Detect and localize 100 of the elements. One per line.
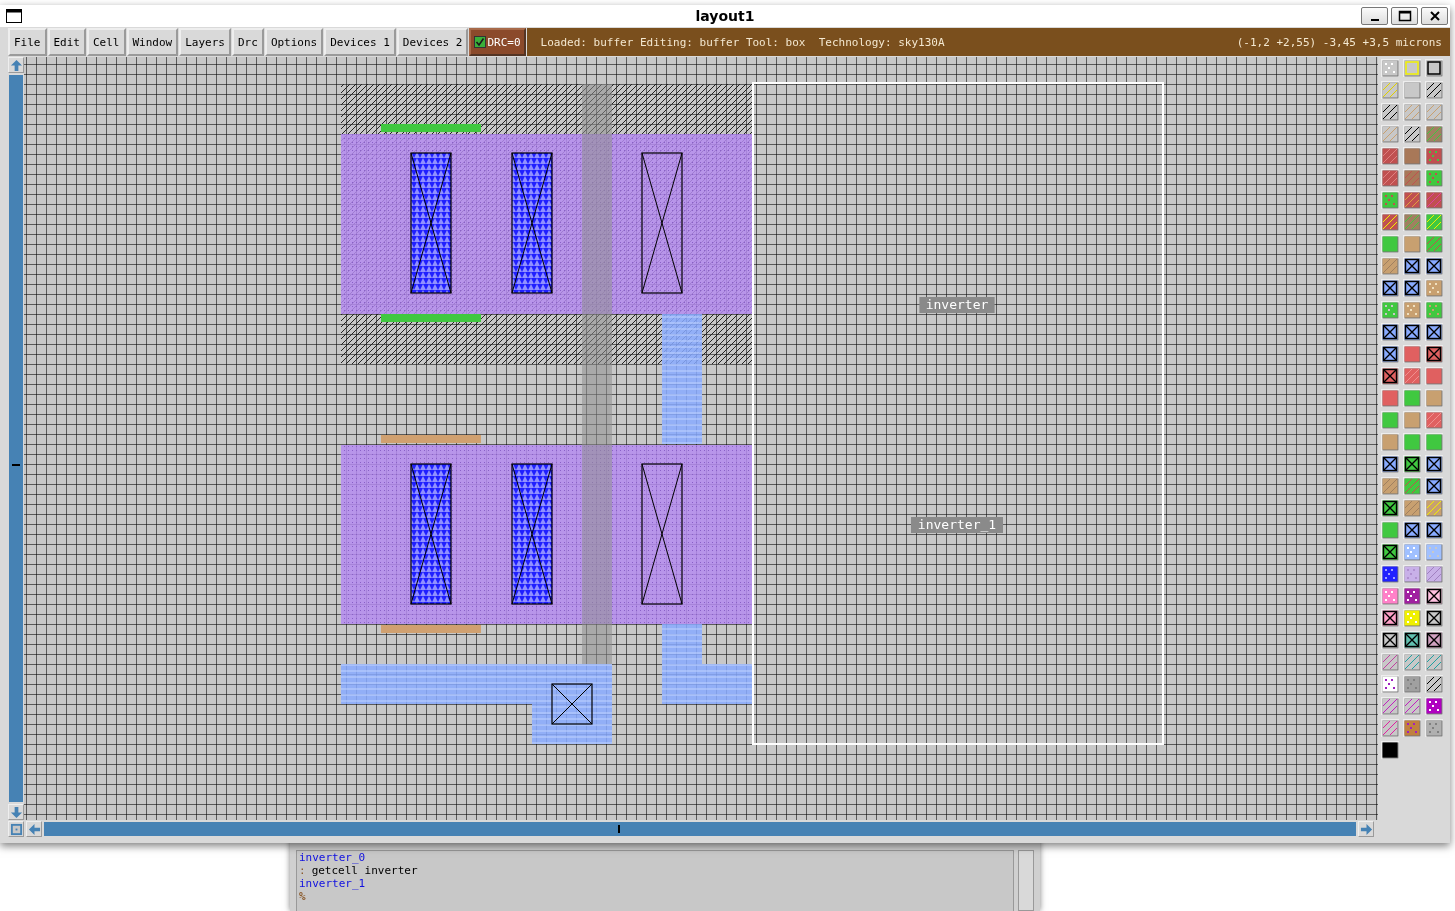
layer-swatch[interactable] [1381,565,1399,583]
layer-swatch[interactable] [1403,697,1421,715]
menu-button[interactable]: Devices 1 [324,28,396,56]
layer-swatch[interactable] [1425,389,1443,407]
layer-swatch[interactable] [1381,279,1399,297]
layer-swatch[interactable] [1381,653,1399,671]
layer-swatch[interactable] [1403,587,1421,605]
layer-swatch[interactable] [1403,455,1421,473]
layer-swatch[interactable] [1425,543,1443,561]
menu-button[interactable]: File [8,28,47,56]
layer-swatch[interactable] [1403,367,1421,385]
layer-swatch[interactable] [1403,191,1421,209]
layer-swatch[interactable] [1425,257,1443,275]
layer-swatch[interactable] [1381,609,1399,627]
layer-swatch[interactable] [1425,323,1443,341]
layer-swatch[interactable] [1425,521,1443,539]
layer-swatch[interactable] [1381,389,1399,407]
layer-swatch[interactable] [1425,697,1443,715]
layer-swatch[interactable] [1425,279,1443,297]
layer-swatch[interactable] [1381,455,1399,473]
layer-swatch[interactable] [1403,103,1421,121]
vertical-scrollbar[interactable] [9,75,23,802]
layer-swatch[interactable] [1381,697,1399,715]
layer-swatch[interactable] [1381,257,1399,275]
layer-swatch[interactable] [1381,411,1399,429]
scroll-left-button[interactable] [26,821,42,837]
menu-button[interactable]: Layers [179,28,231,56]
layer-swatch[interactable] [1403,411,1421,429]
layer-swatch[interactable] [1381,169,1399,187]
layer-swatch[interactable] [1403,213,1421,231]
layer-swatch[interactable] [1381,587,1399,605]
layer-swatch[interactable] [1425,455,1443,473]
layer-swatch[interactable] [1425,345,1443,363]
layer-swatch[interactable] [1425,235,1443,253]
layer-swatch[interactable] [1381,323,1399,341]
layer-swatch[interactable] [1381,499,1399,517]
layer-swatch[interactable] [1381,631,1399,649]
layer-swatch[interactable] [1403,499,1421,517]
layer-swatch[interactable] [1403,301,1421,319]
scroll-down-button[interactable] [8,804,24,820]
scroll-up-button[interactable] [8,57,24,73]
zoom-box-button[interactable] [8,821,24,837]
menu-button[interactable]: Options [264,28,324,56]
layer-swatch[interactable] [1425,433,1443,451]
layer-swatch[interactable] [1381,719,1399,737]
layer-swatch[interactable] [1425,587,1443,605]
drc-toggle[interactable]: DRC=0 [469,28,526,56]
layer-swatch[interactable] [1381,345,1399,363]
layer-swatch[interactable] [1403,81,1421,99]
layer-swatch[interactable] [1403,565,1421,583]
layer-swatch[interactable] [1403,675,1421,693]
layer-swatch[interactable] [1403,345,1421,363]
menu-button[interactable]: Window [126,28,179,56]
layer-swatch[interactable] [1403,257,1421,275]
layer-swatch[interactable] [1425,565,1443,583]
layer-swatch[interactable] [1425,653,1443,671]
layer-swatch[interactable] [1403,631,1421,649]
layer-swatch[interactable] [1403,653,1421,671]
layer-swatch[interactable] [1381,367,1399,385]
layer-swatch[interactable] [1403,147,1421,165]
layer-swatch[interactable] [1381,147,1399,165]
layer-swatch[interactable] [1381,433,1399,451]
layer-swatch[interactable] [1425,719,1443,737]
layer-swatch[interactable] [1425,411,1443,429]
horizontal-scrollbar[interactable] [44,822,1356,836]
layer-swatch[interactable] [1403,543,1421,561]
layer-swatch[interactable] [1425,169,1443,187]
layer-swatch[interactable] [1425,81,1443,99]
layer-swatch[interactable] [1425,631,1443,649]
layer-swatch[interactable] [1425,103,1443,121]
layer-swatch[interactable] [1425,147,1443,165]
menu-button[interactable]: Edit [47,28,86,56]
layer-swatch[interactable] [1403,59,1421,77]
layer-swatch[interactable] [1425,191,1443,209]
layer-swatch[interactable] [1403,389,1421,407]
layer-swatch[interactable] [1381,59,1399,77]
close-button[interactable] [1421,7,1448,25]
layer-swatch[interactable] [1425,125,1443,143]
layer-swatch[interactable] [1381,543,1399,561]
window-icon[interactable] [6,9,22,23]
layer-swatch[interactable] [1425,477,1443,495]
menu-button[interactable]: Devices 2 [396,28,469,56]
layer-swatch[interactable] [1381,675,1399,693]
layer-swatch[interactable] [1381,125,1399,143]
layer-swatch[interactable] [1403,235,1421,253]
layer-swatch[interactable] [1403,169,1421,187]
scroll-right-button[interactable] [1358,821,1374,837]
layer-swatch[interactable] [1403,477,1421,495]
console-scrollbar[interactable] [1018,850,1034,911]
layer-swatch[interactable] [1403,609,1421,627]
layer-swatch[interactable] [1381,235,1399,253]
layer-swatch[interactable] [1381,741,1399,759]
layer-swatch[interactable] [1403,323,1421,341]
menu-button[interactable]: Cell [87,28,126,56]
maximize-button[interactable] [1391,7,1418,25]
layer-swatch[interactable] [1425,59,1443,77]
layer-swatch[interactable] [1425,367,1443,385]
layer-swatch[interactable] [1425,609,1443,627]
layer-swatch[interactable] [1403,433,1421,451]
layer-swatch[interactable] [1425,301,1443,319]
